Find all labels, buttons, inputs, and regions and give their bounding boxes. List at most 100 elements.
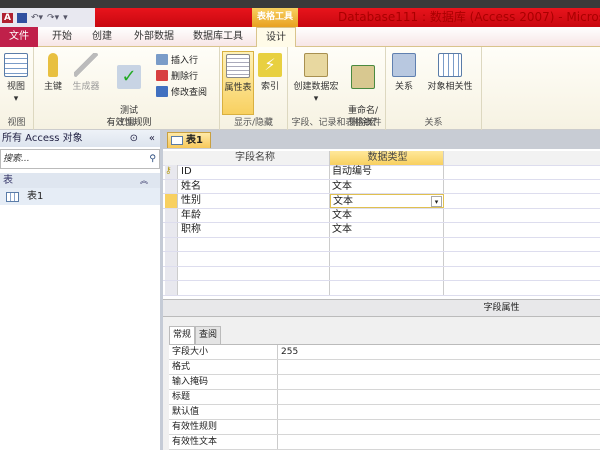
data-type-cell[interactable] [330, 266, 444, 280]
field-name-cell[interactable] [179, 252, 330, 266]
save-icon[interactable] [16, 12, 27, 23]
data-type-select[interactable]: 文本 ▾ [330, 194, 444, 208]
field-row-empty[interactable] [163, 237, 600, 252]
primary-key-button[interactable]: 主键 [38, 53, 68, 93]
data-type-cell[interactable]: 自动编号 [330, 165, 444, 179]
field-properties-tabs: 常规 查阅 [169, 326, 222, 344]
nav-search-input[interactable]: 搜索... ⚲ [0, 149, 160, 169]
row-selector[interactable] [165, 252, 178, 266]
customize-qat-icon[interactable]: ▾ [63, 13, 68, 23]
row-selector[interactable] [165, 237, 178, 251]
nav-menu-dropdown-icon[interactable]: ⊙ [130, 130, 138, 147]
tab-general[interactable]: 常规 [169, 326, 196, 344]
tab-create[interactable]: 创建 [92, 27, 112, 47]
modify-lookups-icon [156, 86, 168, 97]
field-row-empty[interactable] [163, 252, 600, 267]
group-show-hide: 属性表 ⚡ 索引 显示/隐藏 [220, 47, 288, 130]
row-selector[interactable] [165, 194, 178, 208]
primary-key-icon: ⚷ [165, 166, 172, 176]
collapse-nav-icon[interactable]: « [149, 130, 155, 147]
field-row[interactable]: 职称 文本 [163, 223, 600, 238]
delete-row-button[interactable]: 删除行 [156, 69, 198, 82]
indexes-button[interactable]: ⚡ 索引 [256, 53, 284, 93]
property-row[interactable]: 默认值 [169, 405, 600, 420]
field-row-selected[interactable]: 性别 文本 ▾ [163, 194, 600, 209]
field-name-cell[interactable] [179, 237, 330, 251]
data-macro-icon [304, 53, 328, 77]
tab-database-tools[interactable]: 数据库工具 [193, 27, 243, 47]
row-selector[interactable] [165, 266, 178, 280]
object-dependencies-button[interactable]: 对象相关性 [420, 53, 480, 93]
document-tab-strip [163, 130, 600, 149]
modify-lookups-button[interactable]: 修改查阅 [156, 85, 207, 98]
rename-macro-icon [351, 65, 375, 89]
row-selector[interactable] [165, 281, 178, 295]
data-type-cell[interactable]: 文本 [330, 208, 444, 222]
tab-design[interactable]: 设计 [256, 27, 296, 48]
property-row[interactable]: 格式 [169, 360, 600, 375]
field-name-cell[interactable] [179, 266, 330, 280]
nav-item-table1[interactable]: 表1 [0, 188, 160, 205]
redo-icon[interactable]: ↷▾ [47, 13, 59, 23]
data-type-cell[interactable]: 文本 [330, 223, 444, 237]
row-selector[interactable] [165, 179, 178, 193]
field-name-cell[interactable]: 职称 [179, 223, 330, 237]
key-icon [48, 53, 58, 77]
field-properties-list: 字段大小 255 格式 输入掩码 标题 默认值 有效性规则 有效性文本 [169, 344, 600, 450]
table-view-icon [4, 53, 28, 77]
tab-lookup[interactable]: 查阅 [195, 326, 222, 344]
field-row[interactable]: 姓名 文本 [163, 179, 600, 194]
property-row[interactable]: 标题 [169, 390, 600, 405]
context-tab-table-tools: 表格工具 [252, 8, 298, 27]
property-row[interactable]: 字段大小 255 [169, 345, 600, 360]
property-value[interactable]: 255 [281, 345, 298, 359]
window-title: Database111 : 数据库 (Access 2007) - Micros… [338, 10, 600, 24]
row-selector[interactable] [165, 208, 178, 222]
field-properties-title: 字段属性 [163, 299, 600, 317]
row-selector[interactable]: ⚷ [165, 165, 178, 179]
navigation-pane: 所有 Access 对象 ⊙ « 搜索... ⚲ 表 ︽ 表1 [0, 130, 163, 450]
field-row[interactable]: ⚷ ID 自动编号 [163, 165, 600, 180]
group-field-record-table-events: 创建数据宏 ▾ 重命名/ 删除宏 字段、记录和表格事件 [288, 47, 386, 130]
indexes-lightning-icon: ⚡ [258, 53, 282, 77]
tab-file[interactable]: 文件 [0, 27, 38, 47]
tab-home[interactable]: 开始 [52, 27, 72, 47]
data-type-cell[interactable] [330, 252, 444, 266]
nav-pane-header[interactable]: 所有 Access 对象 ⊙ « [0, 130, 160, 147]
field-row[interactable]: 年龄 文本 [163, 208, 600, 223]
property-row[interactable]: 输入掩码 [169, 375, 600, 390]
collapse-section-icon[interactable]: ︽ [140, 173, 148, 188]
undo-icon[interactable]: ↶▾ [31, 13, 43, 23]
property-sheet-button[interactable]: 属性表 [222, 51, 254, 115]
builder-button[interactable]: 生成器 [68, 53, 104, 93]
relationships-icon [392, 53, 416, 77]
field-name-cell[interactable]: 年龄 [179, 208, 330, 222]
data-type-cell[interactable] [330, 237, 444, 251]
property-row[interactable]: 有效性规则 [169, 420, 600, 435]
relationships-button[interactable]: 关系 [390, 53, 418, 93]
table-icon [6, 191, 19, 202]
field-name-cell[interactable] [179, 281, 330, 295]
field-row-empty[interactable] [163, 266, 600, 281]
group-label: 视图 [7, 118, 26, 128]
field-name-cell[interactable]: 性别 [179, 194, 330, 208]
view-button[interactable]: 视图 ▾ [2, 53, 30, 105]
data-type-cell[interactable] [330, 281, 444, 295]
delete-row-icon [156, 70, 168, 81]
group-relationships: 关系 对象相关性 关系 [386, 47, 482, 130]
tab-external-data[interactable]: 外部数据 [134, 27, 174, 47]
field-name-cell[interactable]: 姓名 [179, 179, 330, 193]
create-data-macros-button[interactable]: 创建数据宏 ▾ [290, 53, 342, 105]
field-name-cell[interactable]: ID [179, 165, 330, 179]
row-selector[interactable] [165, 223, 178, 237]
property-row[interactable]: 有效性文本 [169, 435, 600, 450]
search-icon[interactable]: ⚲ [149, 150, 156, 168]
group-label: 工具 [117, 118, 136, 128]
field-row-empty[interactable] [163, 281, 600, 296]
nav-section-tables[interactable]: 表 ︽ [0, 173, 160, 188]
document-tab-table1[interactable]: 表1 [167, 132, 211, 148]
chevron-down-icon[interactable]: ▾ [431, 196, 442, 207]
field-grid: 字段名称 数据类型 ⚷ ID 自动编号 姓名 文本 性别 文本 ▾ 年龄 文本 职称 文本 [163, 149, 600, 299]
data-type-cell[interactable]: 文本 [330, 179, 444, 193]
insert-row-button[interactable]: 插入行 [156, 53, 198, 66]
